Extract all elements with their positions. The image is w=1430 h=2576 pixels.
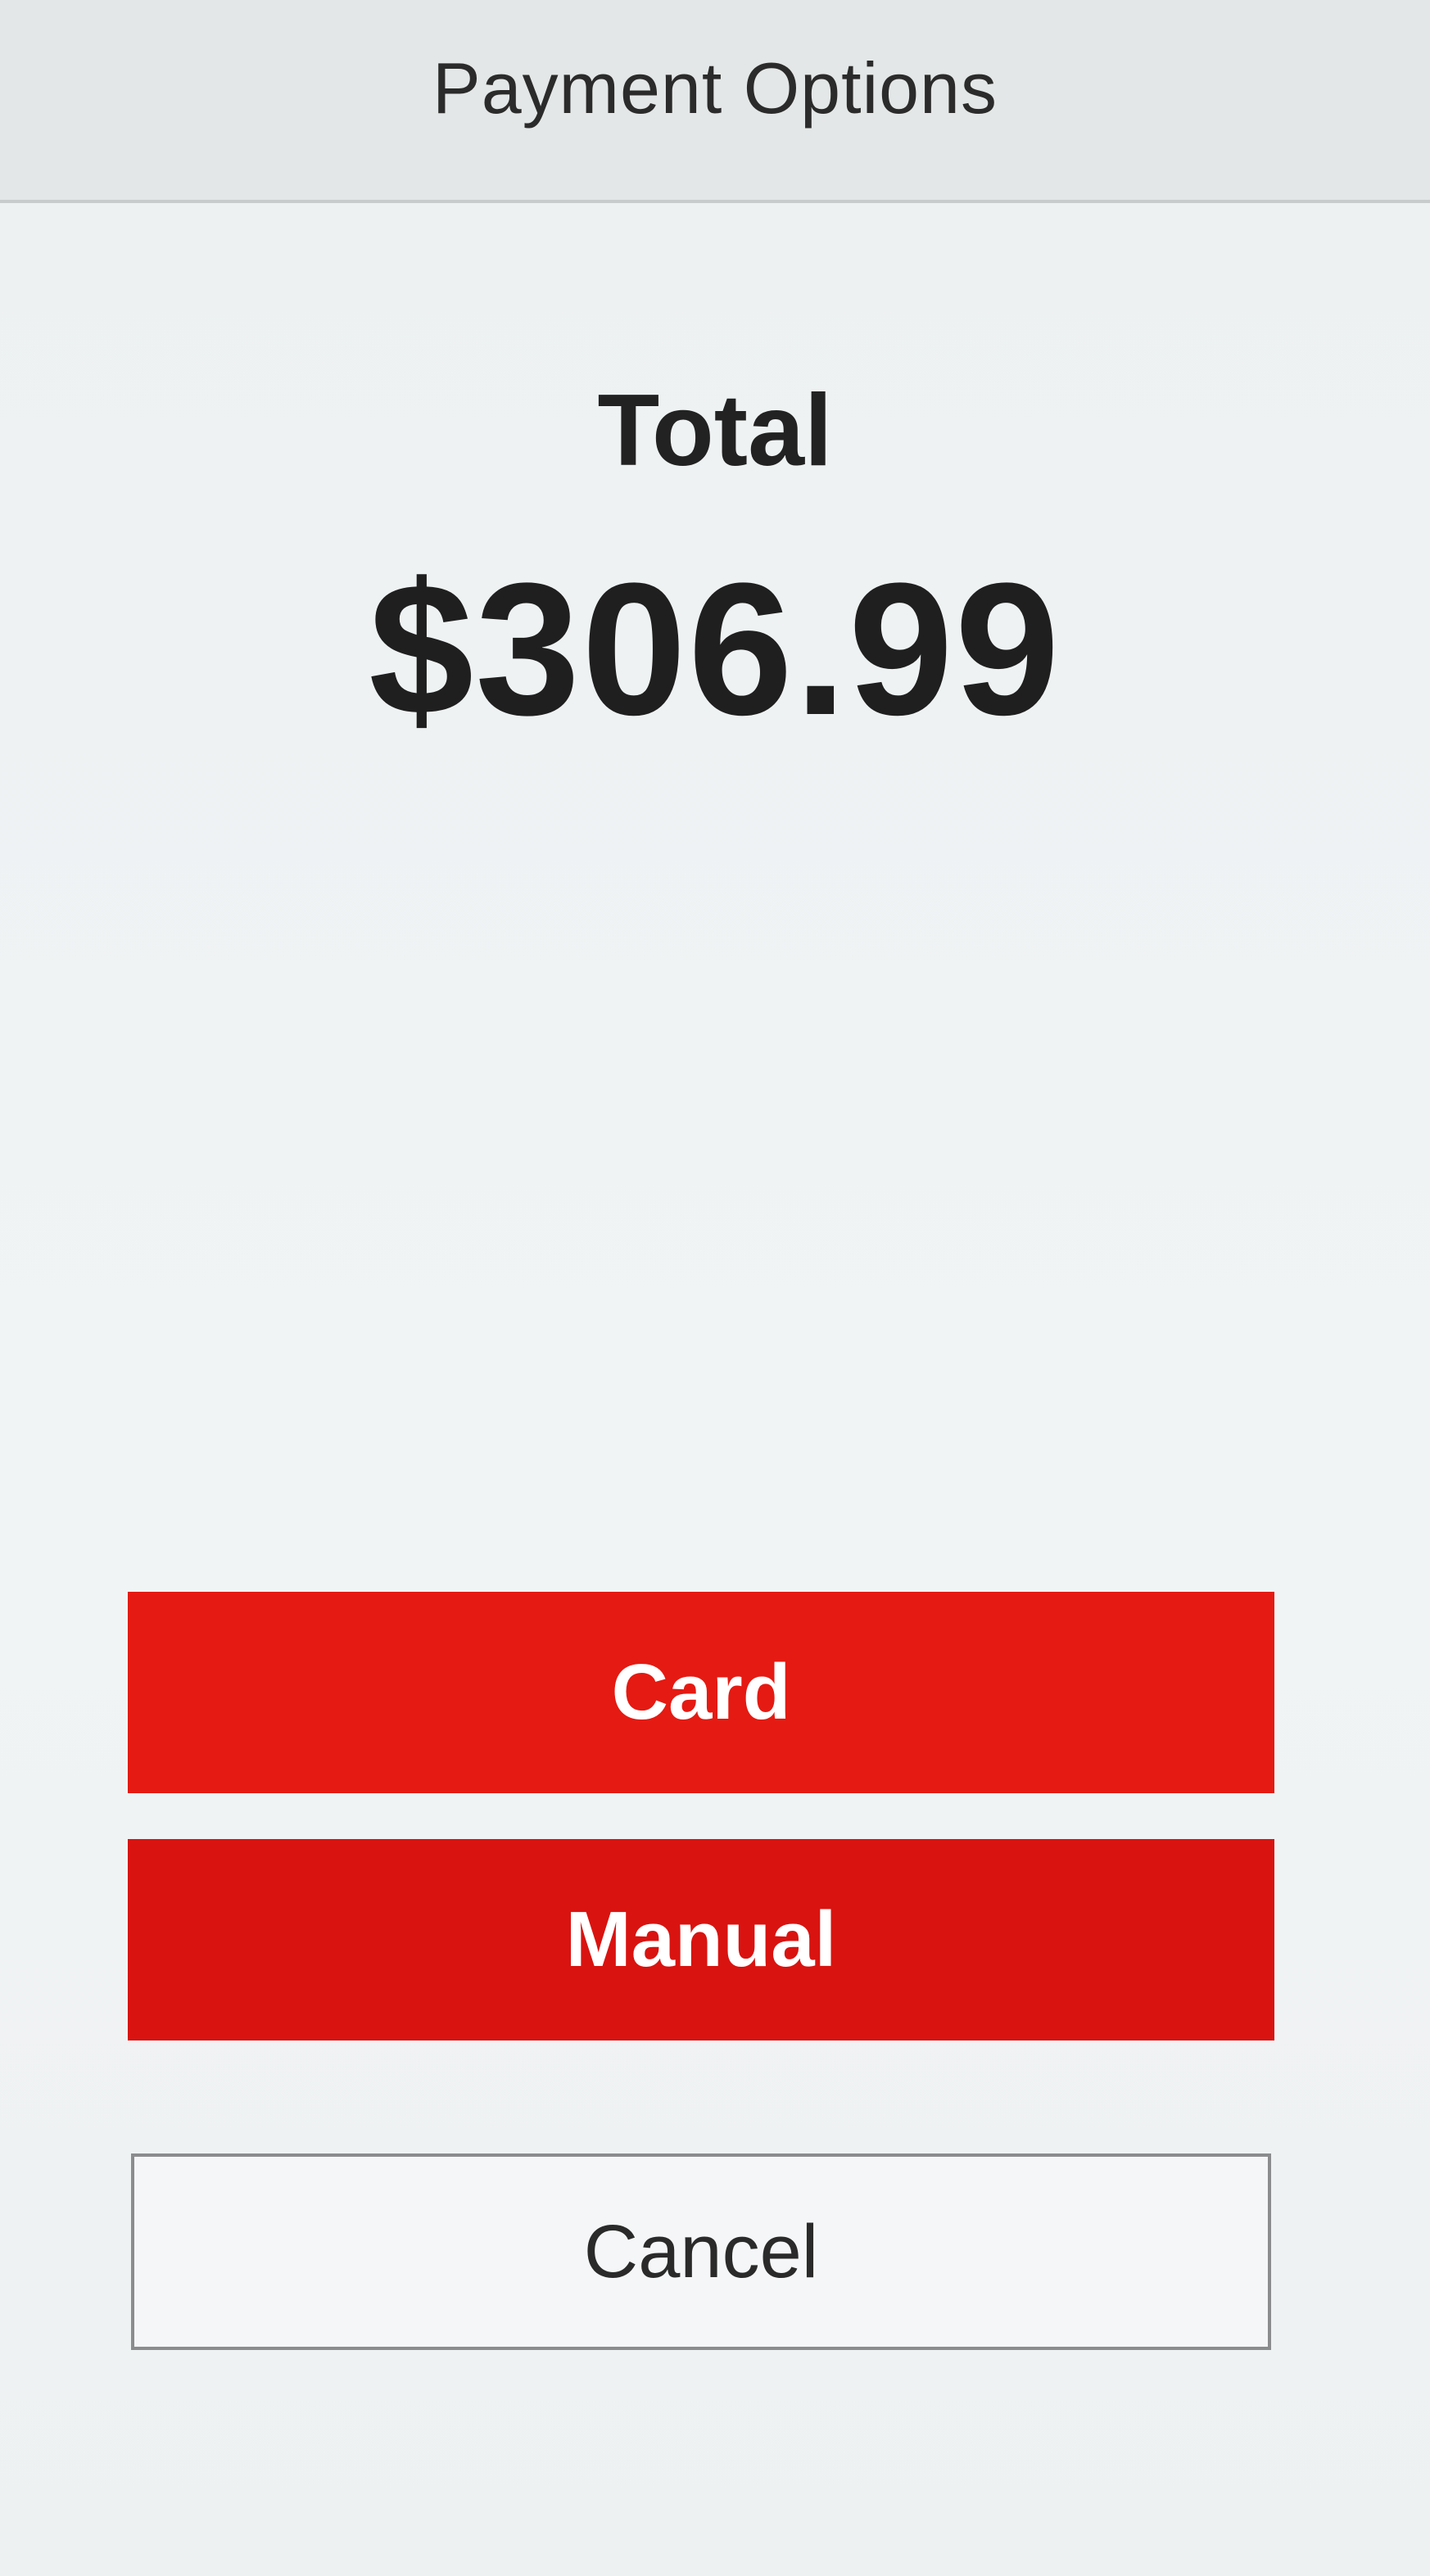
manual-button[interactable]: Manual <box>128 1839 1274 2040</box>
total-amount: $306.99 <box>369 544 1061 754</box>
page-title: Payment Options <box>432 47 998 129</box>
total-label: Total <box>597 374 833 487</box>
header-bar: Payment Options <box>0 0 1430 203</box>
card-button[interactable]: Card <box>128 1592 1274 1793</box>
cancel-button[interactable]: Cancel <box>131 2153 1271 2350</box>
